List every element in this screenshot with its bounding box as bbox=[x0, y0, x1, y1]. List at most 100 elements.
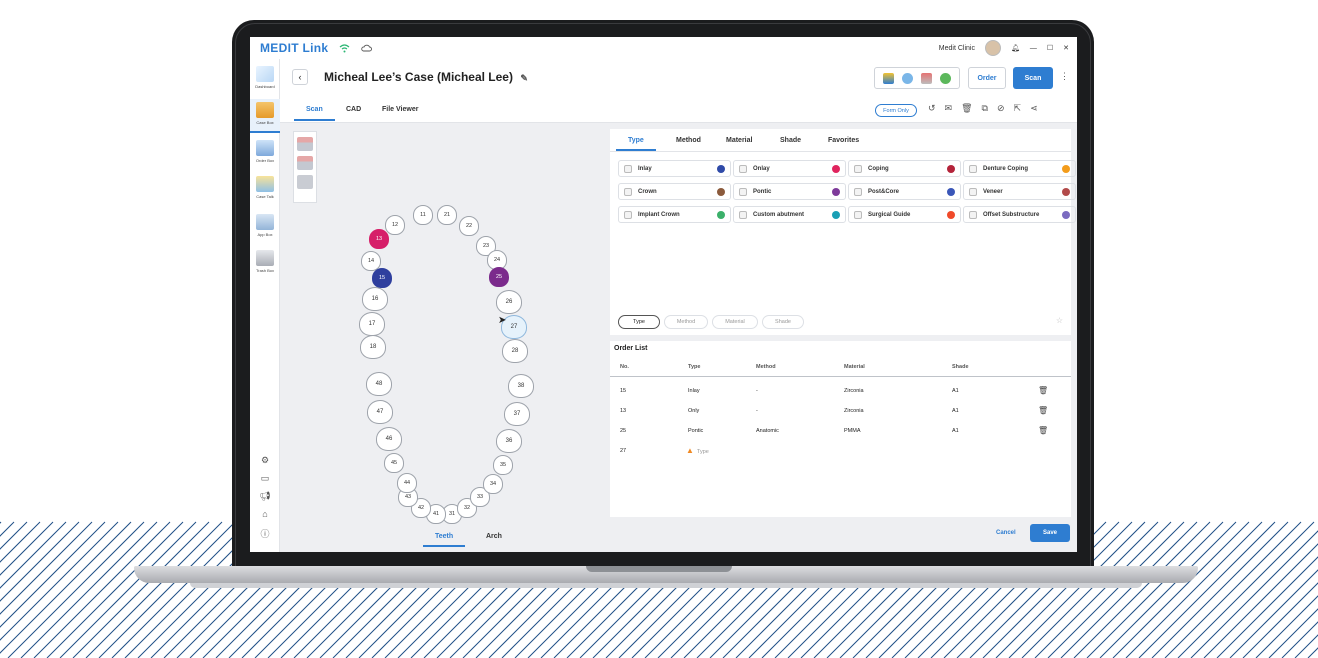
user-avatar[interactable] bbox=[984, 40, 1001, 56]
type-option-veneer[interactable]: Veneer bbox=[963, 183, 1076, 200]
home-icon[interactable]: ⌂ bbox=[250, 509, 280, 519]
tab-cad[interactable]: CAD bbox=[346, 106, 361, 113]
type-option-denture-coping[interactable]: Denture Coping bbox=[963, 160, 1076, 177]
cancel-button[interactable]: Cancel bbox=[996, 530, 1016, 536]
tab-type[interactable]: Type bbox=[616, 137, 656, 151]
tooth-35[interactable]: 35 bbox=[493, 455, 513, 475]
tab-material[interactable]: Material bbox=[726, 137, 752, 144]
tab-method[interactable]: Method bbox=[676, 137, 701, 144]
type-option-coping[interactable]: Coping bbox=[848, 160, 961, 177]
type-option-label: Pontic bbox=[753, 188, 772, 195]
copy-icon[interactable]: ⧉ bbox=[982, 103, 988, 114]
tooth-15[interactable]: 15 bbox=[372, 268, 392, 288]
type-option-custom-abutment[interactable]: Custom abutment bbox=[733, 206, 846, 223]
tooth-47[interactable]: 47 bbox=[367, 400, 393, 424]
table-row[interactable]: 25 Pontic Anatomic PMMA A1 🗑︎ bbox=[610, 421, 1071, 441]
bell-icon[interactable]: 🔔︎ bbox=[1011, 44, 1020, 52]
info-icon[interactable]: ⓘ bbox=[250, 527, 280, 540]
history-icon[interactable]: ↺ bbox=[928, 103, 936, 114]
upper-jaw-thumbnail[interactable] bbox=[297, 137, 313, 151]
tooth-25[interactable]: 25 bbox=[489, 267, 509, 287]
lower-jaw-thumbnail[interactable] bbox=[297, 156, 313, 170]
type-option-onlay[interactable]: Onlay bbox=[733, 160, 846, 177]
pill-material[interactable]: Material bbox=[712, 315, 758, 329]
sidebar-item-case-box[interactable]: Case Box bbox=[250, 99, 280, 133]
mail-icon[interactable]: ✉ bbox=[945, 103, 953, 114]
form-only-button[interactable]: Form Only bbox=[875, 104, 917, 117]
tooth-26[interactable]: 26 bbox=[496, 290, 522, 314]
delete-row-icon[interactable]: 🗑︎ bbox=[1038, 426, 1048, 435]
sidebar-item-dashboard[interactable]: Dashboard bbox=[250, 63, 280, 97]
tooth-16[interactable]: 16 bbox=[362, 287, 388, 311]
order-button[interactable]: Order bbox=[968, 67, 1006, 89]
type-option-post-core[interactable]: Post&Core bbox=[848, 183, 961, 200]
sidebar-item-order-box[interactable]: Order Box bbox=[250, 137, 280, 171]
table-row[interactable]: 15 Inlay - Zirconia A1 🗑︎ bbox=[610, 381, 1071, 401]
tooth-34[interactable]: 34 bbox=[483, 474, 503, 494]
type-option-implant-crown[interactable]: Implant Crown bbox=[618, 206, 731, 223]
folder-icon[interactable]: ▭ bbox=[250, 473, 280, 484]
sidebar-item-case-talk[interactable]: Case Talk bbox=[250, 173, 280, 207]
table-row[interactable]: 27 ▲ Type bbox=[610, 441, 1071, 461]
type-warning[interactable]: ▲ Type bbox=[686, 446, 709, 455]
type-option-surgical-guide[interactable]: Surgical Guide bbox=[848, 206, 961, 223]
tooth-21[interactable]: 21 bbox=[437, 205, 457, 225]
case-toolbar: ↺ ✉ 🗑︎ ⧉ ⊘ ⇱ ⋖ bbox=[928, 103, 1038, 114]
delete-row-icon[interactable]: 🗑︎ bbox=[1038, 406, 1048, 415]
maximize-icon[interactable]: ☐ bbox=[1047, 44, 1053, 52]
tooth-13[interactable]: 13 bbox=[369, 229, 389, 249]
sidebar-item-app-box[interactable]: App Box bbox=[250, 211, 280, 245]
tooth-36[interactable]: 36 bbox=[496, 429, 522, 453]
attach-icon[interactable]: ⊘ bbox=[997, 103, 1005, 114]
type-option-offset-substructure[interactable]: Offset Substructure bbox=[963, 206, 1076, 223]
share-icon[interactable]: ⋖ bbox=[1030, 103, 1038, 114]
tab-shade[interactable]: Shade bbox=[780, 137, 801, 144]
tab-scan[interactable]: Scan bbox=[294, 106, 335, 121]
megaphone-icon[interactable]: 📢︎ bbox=[250, 491, 280, 502]
more-options-icon[interactable]: ⋮ bbox=[1060, 71, 1069, 82]
green-app-icon[interactable] bbox=[940, 72, 951, 84]
minimize-icon[interactable]: — bbox=[1030, 45, 1037, 52]
type-option-inlay[interactable]: Inlay bbox=[618, 160, 731, 177]
tooth-45[interactable]: 45 bbox=[384, 453, 404, 473]
tooth-12[interactable]: 12 bbox=[385, 215, 405, 235]
tooth-37[interactable]: 37 bbox=[504, 402, 530, 426]
pill-method[interactable]: Method bbox=[664, 315, 708, 329]
delete-row-icon[interactable]: 🗑︎ bbox=[1038, 386, 1048, 395]
eye-app-icon[interactable] bbox=[902, 72, 913, 84]
model-app-icon[interactable] bbox=[921, 72, 932, 84]
tooth-46[interactable]: 46 bbox=[376, 427, 402, 451]
tab-teeth[interactable]: Teeth bbox=[422, 533, 466, 547]
save-button[interactable]: Save bbox=[1030, 524, 1070, 542]
tooth-18[interactable]: 18 bbox=[360, 335, 386, 359]
tab-arch[interactable]: Arch bbox=[486, 533, 502, 540]
cloud-icon[interactable] bbox=[360, 42, 372, 54]
favorite-star-icon[interactable]: ☆ bbox=[1056, 316, 1063, 325]
type-option-pontic[interactable]: Pontic bbox=[733, 183, 846, 200]
tooth-17[interactable]: 17 bbox=[359, 312, 385, 336]
tooth-38[interactable]: 38 bbox=[508, 374, 534, 398]
table-row[interactable]: 13 Only - Zirconia A1 🗑︎ bbox=[610, 401, 1071, 421]
bite-thumbnail[interactable] bbox=[297, 175, 313, 189]
pill-shade[interactable]: Shade bbox=[762, 315, 804, 329]
tab-file-viewer[interactable]: File Viewer bbox=[382, 106, 418, 113]
tooth-22[interactable]: 22 bbox=[459, 216, 479, 236]
scanner-app-icon[interactable] bbox=[883, 72, 894, 84]
scan-button[interactable]: Scan bbox=[1013, 67, 1053, 89]
tooth-44[interactable]: 44 bbox=[397, 473, 417, 493]
sidebar-item-trash-box[interactable]: Trash Box bbox=[250, 247, 280, 281]
tooth-28[interactable]: 28 bbox=[502, 339, 528, 363]
export-icon[interactable]: ⇱ bbox=[1014, 103, 1022, 114]
tab-favorites[interactable]: Favorites bbox=[828, 137, 859, 144]
tooth-11[interactable]: 11 bbox=[413, 205, 433, 225]
settings-icon[interactable]: ⚙︎ bbox=[250, 455, 280, 466]
pill-type[interactable]: Type bbox=[618, 315, 660, 329]
tooth-48[interactable]: 48 bbox=[366, 372, 392, 396]
back-button[interactable]: ‹ bbox=[292, 69, 308, 85]
pencil-icon[interactable]: ✎ bbox=[520, 73, 528, 83]
type-option-crown[interactable]: Crown bbox=[618, 183, 731, 200]
trash-icon[interactable]: 🗑︎ bbox=[961, 103, 972, 114]
mouse-cursor-icon: ➤ bbox=[498, 315, 507, 326]
app-logo: MEDIT Link bbox=[260, 41, 329, 55]
close-icon[interactable]: ✕ bbox=[1063, 44, 1069, 52]
